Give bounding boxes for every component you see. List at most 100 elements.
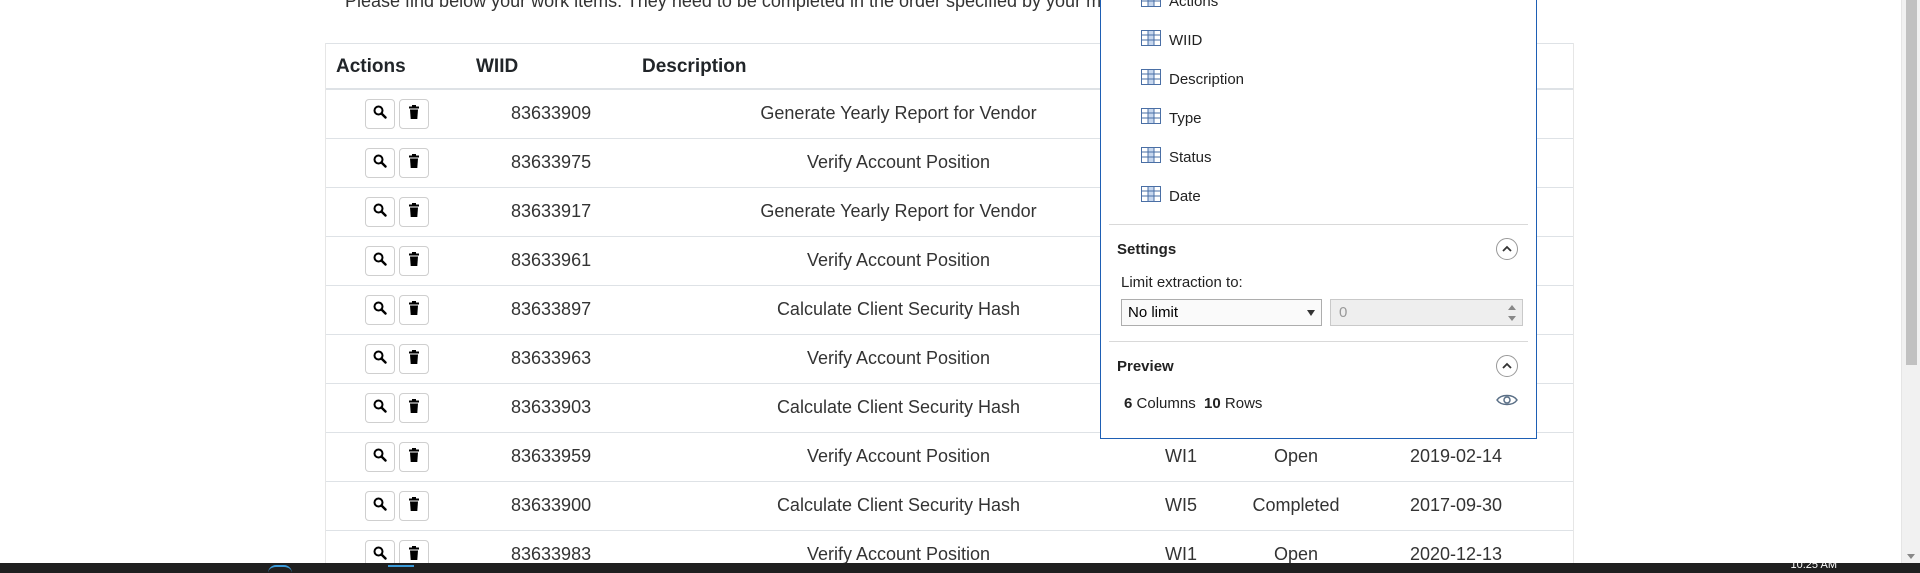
view-button[interactable] [365, 540, 395, 563]
scroll-down-arrow-icon[interactable] [1907, 554, 1915, 559]
trash-icon [408, 300, 420, 320]
cell-wiid: 83633975 [511, 152, 592, 172]
search-icon [373, 154, 387, 173]
preview-summary: 6 Columns 10 Rows [1124, 395, 1262, 412]
cell-wiid: 83633917 [511, 201, 592, 221]
delete-button[interactable] [399, 197, 429, 227]
view-button[interactable] [365, 246, 395, 276]
divider [1109, 341, 1528, 342]
view-button[interactable] [365, 393, 395, 423]
column-item[interactable]: Description [1141, 69, 1244, 89]
trash-icon [408, 349, 420, 369]
view-button[interactable] [365, 491, 395, 521]
delete-button[interactable] [399, 393, 429, 423]
search-icon [373, 399, 387, 418]
extraction-panel: Actions WIID Description Type Status Date Set… [1100, 0, 1537, 439]
delete-button[interactable] [399, 246, 429, 276]
spin-up-icon[interactable] [1508, 305, 1516, 310]
cell-wiid: 83633909 [511, 103, 592, 123]
cell-wiid: 83633963 [511, 348, 592, 368]
dropdown-arrow-icon [1307, 310, 1315, 316]
trash-icon [408, 202, 420, 222]
limit-select[interactable]: No limit [1121, 299, 1322, 326]
preview-eye-icon[interactable] [1496, 393, 1518, 412]
table-row: 83633900 Calculate Client Security Hash WI… [326, 482, 1573, 531]
cell-wiid: 83633903 [511, 397, 592, 417]
header-wiid[interactable]: WIID [476, 56, 518, 78]
column-item[interactable]: Status [1141, 147, 1212, 167]
column-name: Status [1169, 148, 1212, 166]
view-button[interactable] [365, 99, 395, 129]
column-icon [1141, 108, 1161, 128]
limit-count-input[interactable]: 0 [1330, 299, 1523, 326]
table-row: 83633983 Verify Account Position WI1 Open 20… [326, 531, 1573, 563]
delete-button[interactable] [399, 344, 429, 374]
limit-extraction-label: Limit extraction to: [1121, 274, 1243, 291]
delete-button[interactable] [399, 99, 429, 129]
delete-button[interactable] [399, 148, 429, 178]
cell-description: Verify Account Position [806, 250, 991, 270]
taskbar-app-icon[interactable] [388, 565, 414, 573]
cell-status: Open [1273, 446, 1319, 466]
cell-wiid: 83633961 [511, 250, 592, 270]
column-icon [1141, 186, 1161, 206]
view-button[interactable] [365, 148, 395, 178]
search-icon [373, 546, 387, 564]
cell-status: Open [1273, 544, 1319, 563]
delete-button[interactable] [399, 540, 429, 563]
cell-description: Verify Account Position [806, 348, 991, 368]
delete-button[interactable] [399, 442, 429, 472]
scrollbar-thumb[interactable] [1906, 0, 1917, 365]
cell-type: WI1 [1164, 544, 1197, 563]
column-item[interactable]: Date [1141, 186, 1201, 206]
trash-icon [408, 104, 420, 124]
delete-button[interactable] [399, 491, 429, 521]
trash-icon [408, 447, 420, 467]
trash-icon [408, 545, 420, 564]
table-row: 83633959 Verify Account Position WI1 Open 20… [326, 433, 1573, 482]
column-item[interactable]: Type [1141, 108, 1202, 128]
taskbar-clock: 10:25 AM [1790, 559, 1837, 571]
cell-type: WI5 [1164, 495, 1197, 515]
trash-icon [408, 251, 420, 271]
chevron-up-icon [1502, 362, 1512, 369]
cell-description: Calculate Client Security Hash [776, 299, 1021, 319]
page-scrollbar[interactable] [1901, 0, 1920, 563]
cell-description: Verify Account Position [806, 152, 991, 172]
search-icon [373, 203, 387, 222]
column-icon [1141, 147, 1161, 167]
spin-down-icon[interactable] [1508, 316, 1516, 321]
rows-label: Rows [1224, 395, 1263, 412]
header-actions[interactable]: Actions [336, 56, 406, 78]
search-icon [373, 448, 387, 467]
column-item[interactable]: Actions [1141, 0, 1218, 11]
cell-description: Calculate Client Security Hash [776, 495, 1021, 515]
taskbar-app-icon[interactable] [268, 565, 292, 573]
cell-wiid: 83633900 [511, 495, 592, 515]
column-name: Description [1169, 70, 1245, 88]
view-button[interactable] [365, 295, 395, 325]
header-description[interactable]: Description [642, 56, 747, 78]
search-icon [373, 252, 387, 271]
cell-wiid: 83633983 [511, 544, 592, 563]
cell-wiid: 83633959 [511, 446, 592, 466]
cell-date: 2017-09-30 [1409, 495, 1503, 515]
view-button[interactable] [365, 197, 395, 227]
view-button[interactable] [365, 442, 395, 472]
columns-count: 6 [1124, 395, 1133, 412]
delete-button[interactable] [399, 295, 429, 325]
cell-date: 2020-12-13 [1409, 544, 1503, 563]
preview-collapse-button[interactable] [1496, 355, 1518, 377]
column-name: Date [1169, 187, 1201, 205]
taskbar: 10:25 AM [0, 559, 1920, 573]
trash-icon [408, 496, 420, 516]
settings-collapse-button[interactable] [1496, 238, 1518, 260]
limit-select-value: No limit [1128, 304, 1179, 321]
trash-icon [408, 153, 420, 173]
cell-description: Generate Yearly Report for Vendor [760, 103, 1037, 123]
view-button[interactable] [365, 344, 395, 374]
search-icon [373, 497, 387, 516]
cell-type: WI1 [1164, 446, 1197, 466]
settings-title: Settings [1117, 241, 1177, 258]
column-item[interactable]: WIID [1141, 30, 1202, 50]
